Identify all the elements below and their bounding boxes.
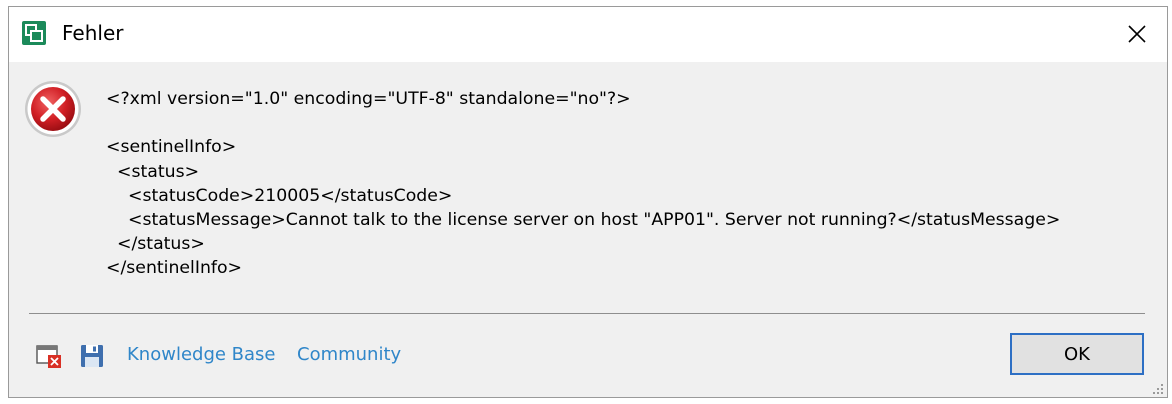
community-link[interactable]: Community: [297, 344, 401, 365]
window-title: Fehler: [62, 21, 124, 45]
message-line: <statusCode>210005</statusCode>: [106, 185, 453, 206]
message-line: <status>: [106, 161, 200, 182]
message-line: <sentinelInfo>: [106, 137, 237, 158]
title-bar: Fehler: [9, 7, 1167, 62]
message-line: </sentinelInfo>: [106, 258, 243, 279]
error-message: <?xml version="1.0" encoding="UTF-8" sta…: [106, 87, 1156, 281]
window-close-icon[interactable]: [35, 342, 63, 370]
knowledge-base-link[interactable]: Knowledge Base: [127, 344, 276, 365]
message-line: <?xml version="1.0" encoding="UTF-8" sta…: [106, 89, 631, 109]
message-line: </status>: [106, 234, 205, 255]
app-icon: [22, 21, 46, 45]
message-line: <statusMessage>Cannot talk to the licens…: [106, 210, 1061, 231]
error-icon: [23, 79, 83, 139]
footer-divider: [29, 313, 1145, 314]
error-dialog: Fehler <?xml version="1.0" encoding="UTF…: [8, 6, 1168, 398]
close-icon: [1128, 25, 1146, 43]
close-button[interactable]: [1115, 15, 1159, 53]
ok-button[interactable]: OK: [1010, 333, 1144, 375]
resize-grip[interactable]: [1150, 380, 1164, 394]
floppy-disk-icon[interactable]: [78, 342, 106, 370]
